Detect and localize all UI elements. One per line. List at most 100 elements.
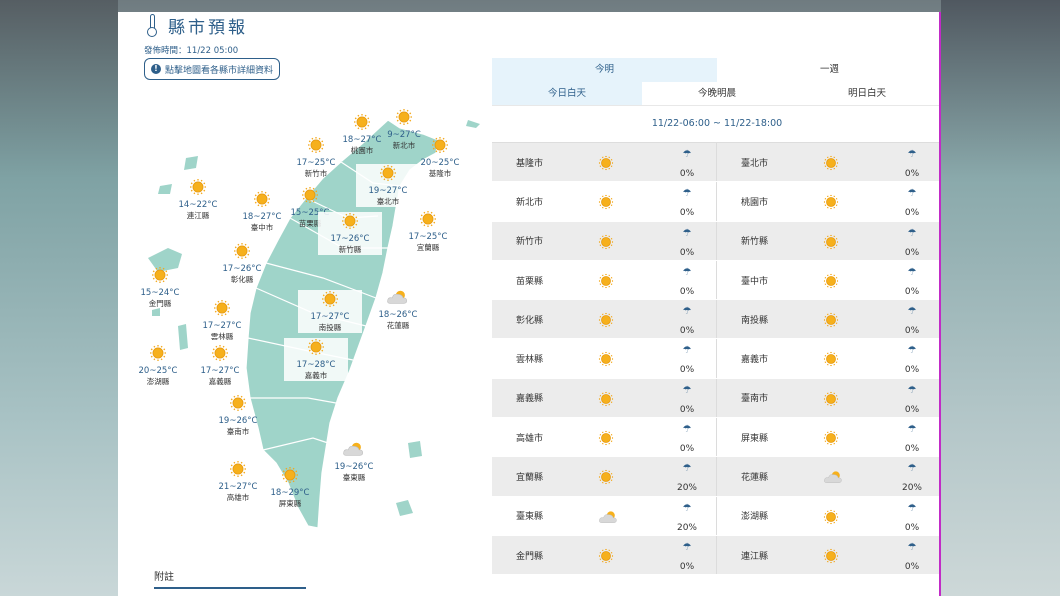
map-city-marker[interactable]: 18~29°C 屏東縣 [258,466,322,509]
sunny-icon [206,394,270,416]
rain-probability: ☂ 0% [672,267,702,298]
county-name: 新北市 [516,197,544,208]
rain-probability: ☂ 0% [672,188,702,219]
sunny-icon [258,466,322,488]
map-city-marker[interactable]: 17~25°C 宜蘭縣 [396,210,460,253]
sunny-icon [823,548,839,568]
map-city-marker[interactable]: 17~27°C 雲林縣 [190,299,254,342]
table-cell[interactable]: 宜蘭縣 ☂ 20% [492,457,717,496]
sunny-icon [598,548,614,568]
sunny-icon [126,344,190,366]
county-name: 臺北市 [741,158,769,169]
table-cell[interactable]: 澎湖縣 ☂ 0% [717,497,939,535]
umbrella-icon: ☂ [682,227,692,239]
table-cell[interactable]: 連江縣 ☂ 0% [717,536,939,574]
map-city-marker[interactable]: 19~26°C 臺東縣 [322,440,386,483]
map-city-temp: 17~26°C [330,234,370,244]
map-city-name: 新竹市 [304,169,328,178]
table-cell[interactable]: 臺中市 ☂ 0% [717,261,939,299]
table-cell[interactable]: 雲林縣 ☂ 0% [492,339,717,378]
map-city-marker[interactable]: 17~27°C 嘉義縣 [188,344,252,387]
map-hint-button[interactable]: ! 點擊地圖看各縣市詳細資料 [144,58,281,80]
map-city-marker[interactable]: 14~22°C 連江縣 [166,178,230,221]
rain-percent: 0% [679,365,695,376]
map-city-marker[interactable]: 15~24°C 金門縣 [128,266,192,309]
rain-percent: 0% [679,561,695,572]
table-cell[interactable]: 臺東縣 ☂ 20% [492,496,717,535]
map-city-marker[interactable]: 17~28°C 嘉義市 [284,338,348,381]
umbrella-icon: ☂ [682,541,692,553]
table-row: 彰化縣 ☂ 0% 南投縣 ☂ 0% [492,300,939,340]
tab-today-tomorrow[interactable]: 今明 [492,58,717,82]
table-cell[interactable]: 南投縣 ☂ 0% [717,300,939,338]
map-city-marker[interactable]: 17~26°C 彰化縣 [210,242,274,285]
updated-time: 發佈時間：11/22 05:00 [144,46,239,56]
map-city-temp: 17~26°C [222,264,262,274]
rain-percent: 0% [679,286,695,297]
cloudy-icon [823,469,844,489]
time-tabs: 今日白天 今晚明晨 明日白天 [492,82,939,106]
table-cell[interactable]: 嘉義市 ☂ 0% [717,339,939,377]
sunny-icon [598,273,614,293]
rain-probability: ☂ 0% [672,424,702,455]
umbrella-icon: ☂ [907,463,917,475]
table-cell[interactable]: 新北市 ☂ 0% [492,182,717,221]
rain-percent: 0% [904,326,920,337]
table-cell[interactable]: 花蓮縣 ☂ 20% [717,457,939,495]
map-city-name: 花蓮縣 [386,321,410,330]
table-cell[interactable]: 新竹市 ☂ 0% [492,221,717,260]
map-city-temp: 20~25°C [138,366,178,376]
rain-percent: 0% [679,404,695,415]
table-cell[interactable]: 苗栗縣 ☂ 0% [492,260,717,300]
rain-percent: 0% [904,247,920,258]
cloudy-icon [366,288,430,310]
map-city-marker[interactable]: 19~27°C 臺北市 [356,164,420,207]
table-cell[interactable]: 臺南市 ☂ 0% [717,379,939,417]
table-cell[interactable]: 新竹縣 ☂ 0% [717,222,939,260]
umbrella-icon: ☂ [907,188,917,200]
table-row: 雲林縣 ☂ 0% 嘉義市 ☂ 0% [492,339,939,379]
tab-today-day[interactable]: 今日白天 [492,82,642,105]
table-cell[interactable]: 基隆市 ☂ 0% [492,143,717,182]
map-city-temp: 18~29°C [270,488,310,498]
map-city-marker[interactable]: 19~26°C 臺南市 [206,394,270,437]
map-city-name: 新竹縣 [338,245,362,254]
table-cell[interactable]: 高雄市 ☂ 0% [492,418,717,457]
rain-percent: 0% [679,444,695,455]
tab-tomorrow-day[interactable]: 明日白天 [792,82,939,105]
sunny-icon [166,178,230,200]
rain-percent: 0% [904,365,920,376]
forecast-table: 今明 一週 今日白天 今晚明晨 明日白天 11/22-06:00 ~ 11/22… [492,58,939,576]
county-name: 桃園市 [741,197,769,208]
map-city-temp: 17~27°C [202,321,242,331]
map-city-temp: 17~25°C [408,232,448,242]
table-cell[interactable]: 臺北市 ☂ 0% [717,143,939,181]
table-cell[interactable]: 金門縣 ☂ 0% [492,535,717,575]
umbrella-icon: ☂ [682,384,692,396]
table-cell[interactable]: 彰化縣 ☂ 0% [492,300,717,339]
tab-week[interactable]: 一週 [717,58,939,82]
table-cell[interactable]: 屏東縣 ☂ 0% [717,418,939,456]
county-name: 彰化縣 [516,315,544,326]
forecast-panel: 縣市預報 發佈時間：11/22 05:00 ! 點擊地圖看各縣市詳細資料 18~… [118,12,941,596]
map-city-marker[interactable]: 17~25°C 新竹市 [284,136,348,179]
cloudy-icon [598,509,619,529]
map-hint-label: 點擊地圖看各縣市詳細資料 [165,65,274,76]
county-name: 連江縣 [741,551,769,562]
map-city-marker[interactable]: 18~26°C 花蓮縣 [366,288,430,331]
table-cell[interactable]: 嘉義縣 ☂ 0% [492,378,717,418]
table-cell[interactable]: 桃園市 ☂ 0% [717,182,939,220]
map-city-marker[interactable]: 17~27°C 南投縣 [298,290,362,333]
map-city-marker[interactable]: 17~26°C 新竹縣 [318,212,382,255]
sunny-icon [356,164,420,186]
sunny-icon [598,194,614,214]
period-tabs: 今明 一週 [492,58,939,82]
umbrella-icon: ☂ [682,345,692,357]
sunny-icon [298,290,362,312]
county-name: 臺南市 [741,394,769,405]
tab-tonight[interactable]: 今晚明晨 [642,82,792,105]
rain-percent: 0% [679,247,695,258]
county-name: 新竹市 [516,237,544,248]
map-city-marker[interactable]: 20~25°C 澎湖縣 [126,344,190,387]
rain-probability: ☂ 20% [672,463,702,494]
